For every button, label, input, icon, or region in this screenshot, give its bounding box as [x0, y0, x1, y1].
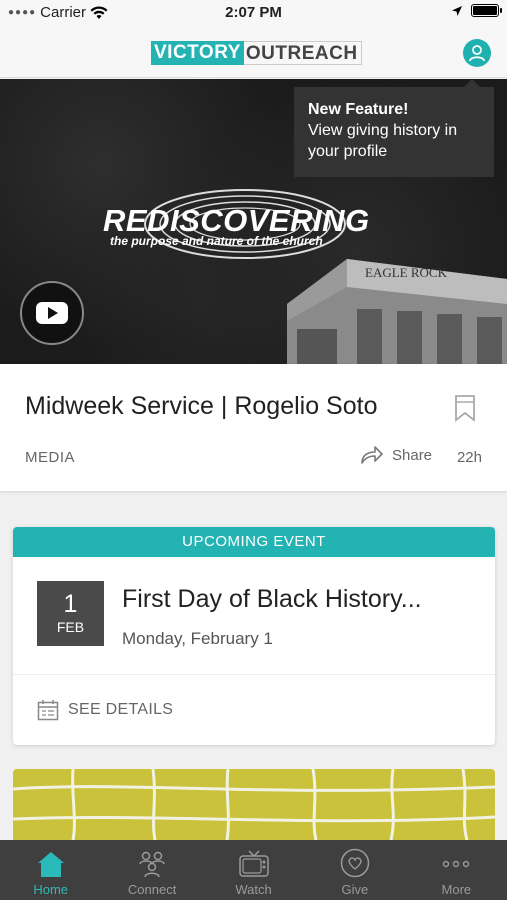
media-time-ago: 22h [456, 449, 482, 466]
event-header: UPCOMING EVENT [13, 527, 495, 557]
tab-more-label: More [441, 882, 472, 897]
tab-give[interactable]: Give [304, 840, 405, 900]
heart-icon [340, 848, 370, 878]
share-label: Share [392, 446, 433, 464]
tab-home[interactable]: Home [0, 840, 101, 900]
share-button[interactable]: Share [360, 446, 432, 464]
see-details-button[interactable]: SEE DETAILS [37, 699, 173, 721]
event-month: FEB [56, 619, 85, 635]
tab-watch-label: Watch [235, 882, 272, 897]
tv-icon [238, 850, 269, 877]
youtube-icon [36, 302, 68, 324]
calendar-icon [37, 700, 59, 721]
new-feature-tooltip[interactable]: New Feature! View giving history in your… [294, 79, 494, 177]
profile-button[interactable] [463, 39, 491, 67]
event-divider [13, 674, 495, 675]
next-content-card[interactable] [13, 769, 495, 840]
tab-connect-label: Connect [127, 882, 177, 897]
battery-icon [471, 4, 502, 17]
media-title: Midweek Service | Rogelio Soto [25, 392, 378, 420]
bookmark-icon[interactable] [454, 394, 476, 422]
hero-subtitle: the purpose and nature of the church [110, 234, 323, 248]
user-icon [469, 45, 485, 62]
tab-more[interactable]: More [406, 840, 507, 900]
logo-part-2: OUTREACH [243, 41, 362, 65]
tab-watch[interactable]: Watch [203, 840, 304, 900]
upcoming-event-card[interactable]: UPCOMING EVENT 1 FEB First Day of Black … [13, 527, 495, 745]
media-card[interactable]: Midweek Service | Rogelio Soto MEDIA Sha… [0, 364, 507, 491]
tab-home-label: Home [33, 882, 69, 897]
logo-part-1: VICTORY [151, 41, 244, 65]
share-icon [361, 446, 383, 464]
tooltip-body: View giving history in your profile [308, 122, 458, 160]
tooltip-title: New Feature! [308, 101, 409, 118]
card-image [13, 769, 495, 840]
status-right [451, 4, 502, 17]
event-date: Monday, February 1 [122, 629, 273, 648]
event-day: 1 [63, 590, 78, 618]
youtube-play-button[interactable] [20, 281, 84, 345]
event-date-badge: 1 FEB [37, 581, 104, 646]
tab-bar: Home Connect Watch Give More [0, 840, 507, 900]
home-icon [37, 852, 64, 877]
connect-icon [139, 851, 165, 878]
tab-give-label: Give [341, 882, 369, 897]
building-sign: EAGLE ROCK [365, 265, 448, 280]
more-icon [443, 860, 470, 868]
app-logo: VICTORY OUTREACH [151, 41, 362, 65]
status-time: 2:07 PM [225, 4, 282, 21]
event-title: First Day of Black History... [122, 585, 422, 613]
status-bar: ●●●● Carrier 2:07 PM [0, 0, 507, 28]
tab-connect[interactable]: Connect [101, 840, 202, 900]
building-graphic: EAGLE ROCK [287, 259, 507, 364]
media-tag: MEDIA [25, 449, 76, 466]
location-arrow-icon [452, 5, 462, 16]
nav-bar: VICTORY OUTREACH [0, 28, 507, 78]
see-details-label: SEE DETAILS [68, 701, 174, 718]
